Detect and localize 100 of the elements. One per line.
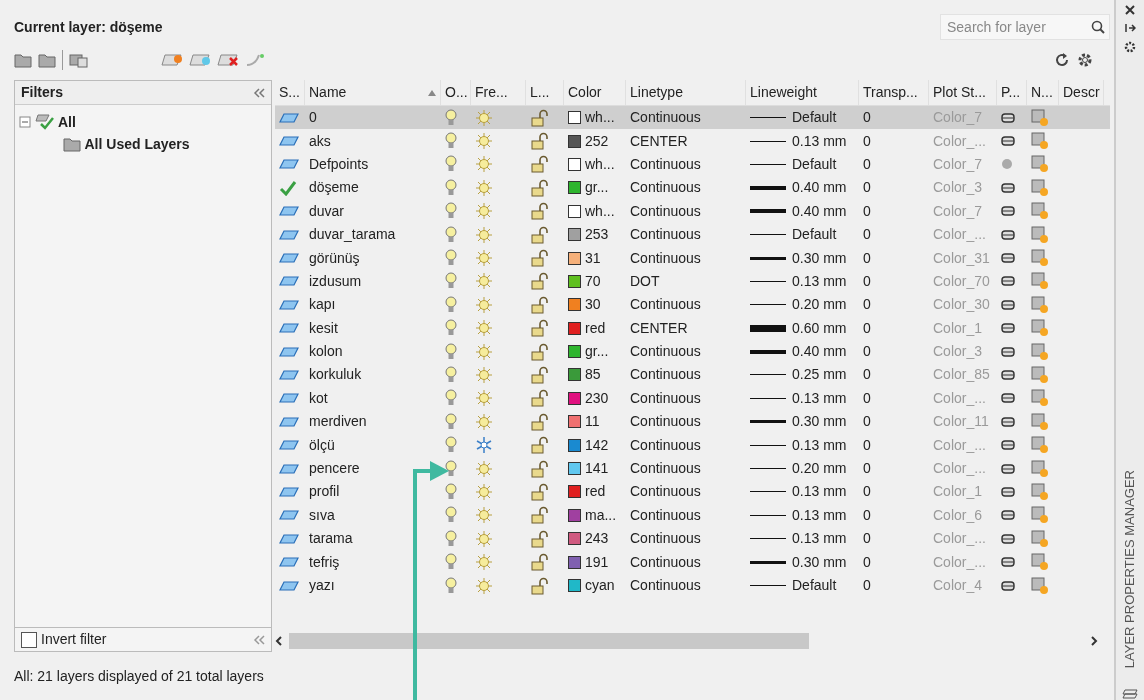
printer-icon[interactable]: [1001, 438, 1015, 453]
viewport-icon[interactable]: [1031, 295, 1049, 314]
lightbulb-icon[interactable]: [445, 506, 457, 525]
sun-icon[interactable]: [475, 459, 493, 478]
lightbulb-icon[interactable]: [445, 225, 457, 244]
open-padlock-icon[interactable]: [530, 225, 548, 244]
column-header[interactable]: Name: [305, 80, 441, 105]
viewport-icon[interactable]: [1031, 249, 1049, 268]
table-row[interactable]: korkuluk 85 Continuous 0.25 mm 0 Color_85: [275, 363, 1110, 387]
open-padlock-icon[interactable]: [530, 506, 548, 525]
sun-icon[interactable]: [475, 225, 493, 244]
lightbulb-icon[interactable]: [445, 319, 457, 338]
printer-icon[interactable]: [1001, 251, 1015, 266]
lightbulb-icon[interactable]: [445, 202, 457, 221]
printer-icon[interactable]: [1001, 484, 1015, 499]
open-padlock-icon[interactable]: [530, 436, 548, 455]
sun-icon[interactable]: [475, 249, 493, 268]
color-swatch[interactable]: [568, 157, 581, 171]
table-row[interactable]: duvar wh... Continuous 0.40 mm 0 Color_7: [275, 199, 1110, 223]
lightbulb-icon[interactable]: [445, 366, 457, 384]
scroll-right-icon[interactable]: [1090, 636, 1098, 646]
open-padlock-icon[interactable]: [530, 319, 548, 338]
printer-icon[interactable]: [1001, 204, 1015, 219]
open-padlock-icon[interactable]: [530, 178, 548, 197]
lightbulb-icon[interactable]: [445, 482, 457, 501]
open-padlock-icon[interactable]: [530, 108, 548, 127]
open-padlock-icon[interactable]: [530, 342, 548, 361]
new-layer-frozen-icon[interactable]: [189, 53, 211, 67]
printer-icon[interactable]: [1001, 391, 1015, 406]
collapse-icon[interactable]: [253, 634, 265, 645]
search-input[interactable]: Search for layer: [945, 15, 1091, 39]
color-swatch[interactable]: [568, 579, 581, 592]
printer-icon[interactable]: [1001, 508, 1015, 523]
color-swatch[interactable]: [568, 555, 581, 569]
close-icon[interactable]: [1124, 4, 1136, 16]
sun-icon[interactable]: [475, 366, 493, 384]
color-swatch[interactable]: [568, 368, 581, 382]
printer-icon[interactable]: [1001, 297, 1015, 312]
column-header[interactable]: Transp...: [859, 80, 929, 105]
open-padlock-icon[interactable]: [530, 389, 548, 408]
color-swatch[interactable]: [568, 532, 581, 546]
table-row[interactable]: merdiven 11 Continuous 0.30 mm 0 Color_11: [275, 410, 1110, 434]
scrollbar-thumb[interactable]: [289, 633, 809, 649]
table-row[interactable]: duvar_tarama 253 Continuous Default 0 Color_...: [275, 222, 1110, 247]
viewport-icon[interactable]: [1031, 366, 1049, 384]
color-swatch[interactable]: [568, 345, 581, 359]
refresh-icon[interactable]: [1054, 52, 1070, 68]
column-header[interactable]: Linetype: [626, 80, 746, 105]
viewport-icon[interactable]: [1031, 459, 1049, 478]
table-row[interactable]: pencere 141 Continuous 0.20 mm 0 Color_...: [275, 456, 1110, 481]
sun-icon[interactable]: [475, 132, 493, 151]
column-header[interactable]: N...: [1027, 80, 1059, 105]
color-swatch[interactable]: [568, 508, 581, 522]
open-padlock-icon[interactable]: [530, 132, 548, 151]
printer-icon[interactable]: [1001, 578, 1015, 593]
sun-icon[interactable]: [475, 553, 493, 572]
group-filter-icon[interactable]: [38, 52, 56, 68]
sun-icon[interactable]: [475, 295, 493, 314]
delete-layer-icon[interactable]: [217, 53, 239, 67]
lightbulb-icon[interactable]: [445, 249, 457, 268]
lightbulb-icon[interactable]: [445, 132, 457, 151]
table-row[interactable]: aks 252 CENTER 0.13 mm 0 Color_...: [275, 129, 1110, 153]
column-header[interactable]: Lineweight: [746, 80, 859, 105]
lightbulb-icon[interactable]: [445, 553, 457, 572]
color-swatch[interactable]: [568, 204, 581, 218]
layer-states-icon[interactable]: [69, 52, 89, 68]
invert-filter-checkbox[interactable]: [21, 631, 37, 648]
sun-icon[interactable]: [475, 319, 493, 338]
open-padlock-icon[interactable]: [530, 529, 548, 548]
sun-icon[interactable]: [475, 178, 493, 197]
printer-icon[interactable]: [1001, 274, 1015, 289]
open-padlock-icon[interactable]: [530, 366, 548, 384]
viewport-icon[interactable]: [1031, 272, 1049, 291]
table-row[interactable]: tarama 243 Continuous 0.13 mm 0 Color_...: [275, 527, 1110, 551]
table-row[interactable]: kot 230 Continuous 0.13 mm 0 Color_...: [275, 386, 1110, 411]
collapse-toggle-icon[interactable]: [19, 116, 31, 128]
printer-icon[interactable]: [1001, 134, 1015, 149]
table-row[interactable]: tefriş 191 Continuous 0.30 mm 0 Color_...: [275, 550, 1110, 574]
viewport-icon[interactable]: [1031, 482, 1049, 501]
color-swatch[interactable]: [568, 321, 581, 335]
sun-icon[interactable]: [475, 202, 493, 221]
printer-icon[interactable]: [1001, 414, 1015, 429]
lightbulb-icon[interactable]: [445, 178, 457, 197]
printer-icon[interactable]: [1001, 110, 1015, 125]
sun-icon[interactable]: [475, 272, 493, 291]
column-header[interactable]: Color: [564, 80, 626, 105]
color-swatch[interactable]: [568, 415, 581, 429]
filter-folder-icon[interactable]: [63, 136, 81, 152]
viewport-icon[interactable]: [1031, 225, 1049, 244]
lightbulb-icon[interactable]: [445, 389, 457, 408]
scroll-left-icon[interactable]: [275, 636, 283, 646]
column-header[interactable]: Plot St...: [929, 80, 997, 105]
sun-icon[interactable]: [475, 155, 493, 174]
column-header[interactable]: L...: [526, 80, 564, 105]
color-swatch[interactable]: [568, 485, 581, 499]
viewport-icon[interactable]: [1031, 412, 1049, 431]
tree-item[interactable]: All Used Layers: [84, 133, 190, 155]
new-layer-icon[interactable]: [161, 53, 183, 67]
printer-icon[interactable]: [1001, 344, 1015, 359]
settings-icon[interactable]: [1076, 51, 1094, 69]
